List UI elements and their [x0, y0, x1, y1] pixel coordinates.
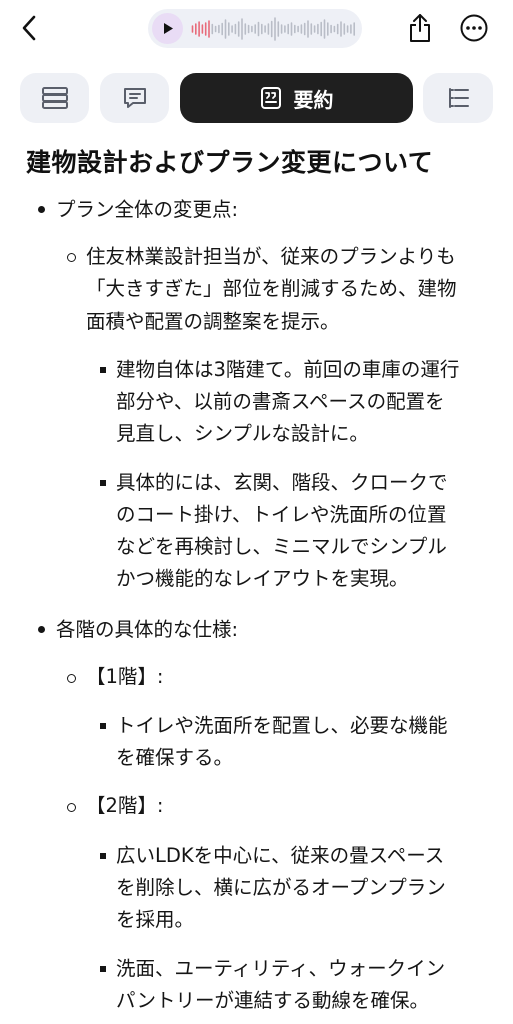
- list-item-line: を確保する。: [116, 746, 234, 769]
- list-icon: [41, 87, 68, 109]
- bullet-disc: [38, 626, 45, 633]
- list-item-line: 洗面、ユーティリティ、ウォークイン: [116, 957, 446, 980]
- bullet-square: [100, 367, 106, 373]
- list-item-line: トイレや洗面所を配置し、必要な機能: [116, 714, 448, 737]
- share-button[interactable]: [404, 10, 436, 46]
- top-bar: [0, 0, 513, 62]
- list-item-line: 「大きすぎた」部位を削減するため、建物: [86, 277, 457, 300]
- more-button[interactable]: [457, 11, 491, 45]
- list-item-line: パントリーが連結する動線を確保。: [116, 989, 429, 1012]
- tab-summary-label: 要約: [293, 87, 334, 112]
- list-item-line: 部分や、以前の書斎スペースの配置を: [116, 390, 445, 413]
- list-item-line: 面積や配置の調整案を提示。: [86, 310, 340, 333]
- list-item-line: 【1階】:: [86, 665, 164, 688]
- audio-player: [148, 9, 362, 48]
- bullet-square: [100, 723, 106, 729]
- bullet-circle: [67, 803, 76, 812]
- summary-icon: [260, 87, 281, 109]
- list-item-line: 広いLDKを中心に、従来の畳スペース: [116, 844, 445, 867]
- view-tabs: 要約: [0, 73, 513, 123]
- back-button[interactable]: [14, 12, 44, 44]
- list-item-line: かつ機能的なレイアウトを実現。: [116, 567, 409, 590]
- summary-title: 建物設計およびプラン変更について: [26, 148, 434, 177]
- bullet-circle: [67, 253, 76, 262]
- list-item-line: 【2階】:: [86, 794, 164, 817]
- list-item-line: などを再検討し、ミニマルでシンプル: [116, 535, 447, 558]
- list-item-line: 具体的には、玄関、階段、クロークで: [116, 471, 448, 494]
- chevron-left-icon: [22, 15, 36, 41]
- play-button[interactable]: [152, 13, 183, 44]
- tab-summary[interactable]: 要約: [180, 73, 413, 123]
- tab-chat[interactable]: [100, 73, 169, 123]
- outline-icon: [449, 88, 469, 108]
- bullet-disc: [38, 206, 45, 213]
- section-heading: プラン全体の変更点:: [56, 198, 239, 221]
- play-icon: [163, 23, 173, 34]
- bullet-square: [100, 966, 106, 972]
- list-item-line: 住友林業設計担当が、従来のプランよりも: [86, 245, 456, 268]
- list-item-line: を採用。: [116, 908, 195, 931]
- list-item-line: 見直し、シンプルな設計に。: [116, 422, 369, 445]
- more-icon: [460, 14, 488, 42]
- bullet-square: [100, 480, 106, 486]
- share-icon: [410, 14, 430, 42]
- waveform-scrubber[interactable]: [191, 16, 356, 42]
- tab-outline[interactable]: [423, 73, 493, 123]
- list-item-line: 建物自体は3階建て。前回の車庫の運行: [116, 358, 460, 381]
- bullet-circle: [67, 674, 76, 683]
- list-item-line: のコート掛け、トイレや洗面所の位置: [116, 503, 447, 526]
- section-heading: 各階の具体的な仕様:: [56, 618, 239, 641]
- tab-transcript[interactable]: [20, 73, 89, 123]
- bullet-square: [100, 853, 106, 859]
- list-item-line: を削除し、横に広がるオープンプラン: [116, 876, 446, 899]
- chat-icon: [123, 88, 146, 108]
